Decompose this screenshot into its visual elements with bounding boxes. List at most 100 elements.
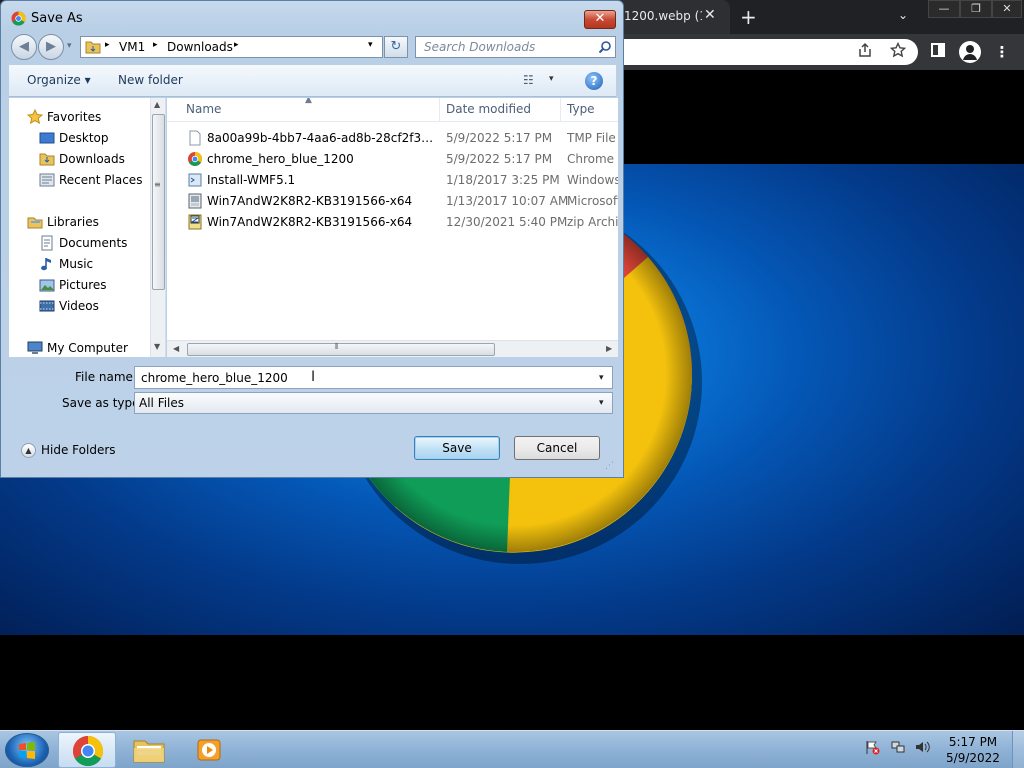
show-desktop-button[interactable] <box>1012 731 1024 768</box>
dialog-titlebar[interactable]: Save As ✕ <box>1 1 623 35</box>
breadcrumb-separator[interactable]: ▸ <box>234 40 239 50</box>
sidebar-item-pictures[interactable]: Pictures <box>39 275 165 295</box>
file-date: 12/30/2021 5:40 PM <box>446 215 568 229</box>
start-button[interactable] <box>5 733 49 767</box>
hide-folders-button[interactable]: ▲ Hide Folders <box>21 443 121 461</box>
dialog-title: Save As <box>31 11 83 26</box>
column-divider[interactable] <box>560 98 561 122</box>
file-row[interactable]: Install-WMF5.1 1/18/2017 3:25 PM Windows… <box>167 170 618 191</box>
file-name: Install-WMF5.1 <box>207 173 296 187</box>
scrollbar-grip-icon: ≡ <box>154 180 161 189</box>
view-dropdown-icon[interactable]: ▾ <box>549 74 554 84</box>
taskbar-media-player-button[interactable] <box>180 732 238 768</box>
refresh-button[interactable]: ↻ <box>384 36 408 58</box>
star-icon[interactable] <box>888 41 908 62</box>
search-input[interactable]: Search Downloads <box>415 36 616 58</box>
flag-icon[interactable] <box>864 739 880 759</box>
minimize-button[interactable]: — <box>928 0 960 18</box>
taskbar-chrome-button[interactable] <box>58 732 116 768</box>
scrollbar-thumb[interactable] <box>152 114 165 290</box>
breadcrumb-item-downloads[interactable]: Downloads <box>167 40 233 54</box>
scroll-down-icon[interactable]: ▼ <box>154 342 160 351</box>
menu-icon[interactable]: ⋮ <box>992 42 1012 62</box>
downloads-folder-icon <box>39 153 55 166</box>
scrollbar-thumb[interactable] <box>187 343 495 356</box>
side-panel-icon[interactable] <box>928 42 948 62</box>
sidebar-item-recent-places[interactable]: Recent Places <box>39 170 165 190</box>
taskbar: 5:17 PM 5/9/2022 <box>0 730 1024 768</box>
new-tab-icon[interactable]: + <box>740 5 757 29</box>
recent-locations-dropdown[interactable]: ▾ <box>67 41 72 51</box>
chevron-down-icon[interactable]: ▾ <box>599 398 604 408</box>
file-type: zip Archive <box>567 215 618 229</box>
cancel-button[interactable]: Cancel <box>514 436 600 460</box>
profile-icon[interactable] <box>959 41 981 63</box>
breadcrumb-separator[interactable]: ▸ <box>105 40 110 50</box>
save-button[interactable]: Save <box>414 436 500 460</box>
videos-icon <box>39 300 55 312</box>
file-row[interactable]: 8a00a99b-4bb7-4aa6-ad8b-28cf2f396c9e.tmp… <box>167 128 618 149</box>
save-as-dialog: Save As ✕ ◀ ▶ ▾ ▸ VM1 ▸ Downloads ▸ ▾ ↻ … <box>0 0 624 478</box>
network-error-icon[interactable] <box>890 739 906 759</box>
column-header-type[interactable]: Type <box>567 102 595 116</box>
file-name-field[interactable]: chrome_hero_blue_1200 I ▾ <box>134 366 613 389</box>
search-placeholder: Search Downloads <box>424 40 536 54</box>
file-row[interactable]: Win7AndW2K8R2-KB3191566-x64 12/30/2021 5… <box>167 212 618 233</box>
share-icon[interactable] <box>855 42 875 62</box>
column-header-name[interactable]: Name <box>186 102 221 116</box>
sidebar-item-my-computer[interactable]: My Computer <box>27 338 165 357</box>
scroll-up-icon[interactable]: ▲ <box>154 100 160 109</box>
libraries-icon <box>27 217 43 229</box>
file-date: 5/9/2022 5:17 PM <box>446 152 553 166</box>
back-button[interactable]: ◀ <box>11 34 37 60</box>
sidebar-item-downloads[interactable]: Downloads <box>39 149 165 169</box>
window-close-button[interactable]: ✕ <box>992 0 1022 18</box>
help-icon[interactable]: ? <box>585 72 603 90</box>
sidebar-item-desktop[interactable]: Desktop <box>39 128 165 148</box>
documents-icon <box>41 235 53 251</box>
column-header-date-modified[interactable]: Date modified <box>446 102 531 116</box>
sidebar-item-videos[interactable]: Videos <box>39 296 165 316</box>
clock-date[interactable]: 5/9/2022 <box>942 751 1004 765</box>
file-row[interactable]: chrome_hero_blue_1200 5/9/2022 5:17 PM C… <box>167 149 618 170</box>
sidebar-item-documents[interactable]: Documents <box>39 233 165 253</box>
breadcrumb[interactable]: ▸ VM1 ▸ Downloads ▸ ▾ <box>80 36 383 58</box>
horizontal-scrollbar[interactable]: ◀ ⦀ ▶ <box>167 340 618 357</box>
forward-button[interactable]: ▶ <box>38 34 64 60</box>
sidebar-item-label: Recent Places <box>59 173 143 187</box>
change-view-icon[interactable]: ☷ <box>523 73 534 87</box>
address-history-dropdown[interactable]: ▾ <box>368 40 373 50</box>
sidebar-item-favorites[interactable]: Favorites <box>27 107 165 127</box>
sidebar-item-label: Libraries <box>47 215 99 229</box>
tab-search-icon[interactable]: ⌄ <box>898 8 908 22</box>
breadcrumb-separator[interactable]: ▸ <box>153 40 158 50</box>
collapse-icon: ▲ <box>21 443 36 458</box>
breadcrumb-item-vm1[interactable]: VM1 <box>119 40 145 54</box>
column-divider[interactable] <box>439 98 440 122</box>
zip-file-icon <box>188 214 202 230</box>
clock-time[interactable]: 5:17 PM <box>942 735 1004 749</box>
search-icon[interactable] <box>598 40 612 54</box>
blank-file-icon <box>189 130 201 146</box>
sidebar-item-label: Documents <box>59 236 128 250</box>
dialog-close-button[interactable]: ✕ <box>584 10 616 29</box>
taskbar-explorer-button[interactable] <box>120 732 178 768</box>
resize-grip-icon[interactable]: ⋰ <box>605 461 614 471</box>
command-bar: Organize ▾ New folder ☷ ▾ ? <box>9 65 616 97</box>
file-name: Win7AndW2K8R2-KB3191566-x64 <box>207 194 413 208</box>
organize-button[interactable]: Organize ▾ <box>27 73 91 87</box>
file-row[interactable]: Win7AndW2K8R2-KB3191566-x64 1/13/2017 10… <box>167 191 618 212</box>
scroll-left-icon[interactable]: ◀ <box>173 344 179 353</box>
scroll-right-icon[interactable]: ▶ <box>606 344 612 353</box>
sidebar-item-music[interactable]: Music <box>39 254 165 274</box>
restore-button[interactable]: ❐ <box>960 0 992 18</box>
star-icon <box>27 109 43 125</box>
file-name-dropdown-icon[interactable]: ▾ <box>599 373 604 383</box>
volume-icon[interactable] <box>914 739 930 759</box>
tab-close-icon[interactable]: ✕ <box>704 7 716 23</box>
windows-logo-icon <box>19 742 35 759</box>
navigation-scrollbar[interactable]: ▲ ≡ ▼ <box>150 98 165 357</box>
new-folder-button[interactable]: New folder <box>118 73 183 87</box>
save-as-type-select[interactable]: All Files ▾ <box>134 392 613 414</box>
sidebar-item-libraries[interactable]: Libraries <box>27 212 165 232</box>
